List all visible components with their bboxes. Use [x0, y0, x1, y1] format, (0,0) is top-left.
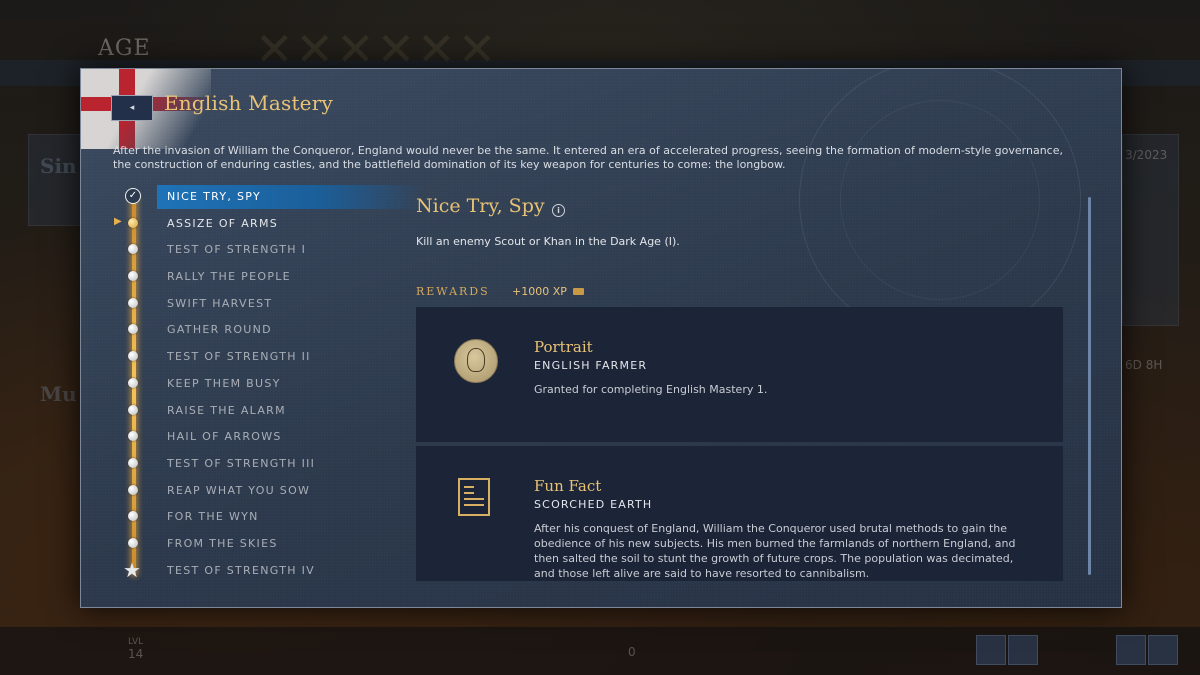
- milestone-description: Kill an enemy Scout or Khan in the Dark …: [416, 235, 680, 248]
- reward-title: Portrait: [534, 338, 593, 356]
- milestone-node-icon: [128, 431, 138, 442]
- reward-subtitle: ENGLISH FARMER: [534, 359, 648, 372]
- reward-subtitle: SCORCHED EARTH: [534, 498, 653, 511]
- milestone-node-icon: [128, 271, 138, 282]
- milestone-label: ASSIZE OF ARMS: [167, 216, 279, 230]
- xp-reward: +1000 XP: [512, 285, 567, 298]
- milestone-item-hail-of-arrows[interactable]: HAIL OF ARROWS: [111, 425, 401, 452]
- milestone-item-keep-them-busy[interactable]: KEEP THEM BUSY: [111, 372, 401, 399]
- milestone-label: SWIFT HARVEST: [167, 296, 273, 310]
- reward-card-fun-fact: Fun Fact SCORCHED EARTH After his conque…: [416, 446, 1063, 581]
- milestone-node-icon: [128, 297, 138, 308]
- portrait-icon: [454, 339, 498, 383]
- milestone-label: TEST OF STRENGTH III: [167, 456, 316, 470]
- milestone-item-test-of-strength-1[interactable]: TEST OF STRENGTH I: [111, 238, 401, 265]
- background-timer: 6D 8H: [1125, 358, 1163, 372]
- milestone-node-icon: [128, 404, 138, 415]
- milestone-node-icon: [128, 484, 138, 495]
- milestone-label: TEST OF STRENGTH I: [167, 243, 307, 257]
- document-icon: [458, 478, 490, 516]
- milestone-label: FOR THE WYN: [167, 510, 259, 524]
- milestone-label: RAISE THE ALARM: [167, 403, 286, 417]
- background-level-label: LVL: [128, 637, 144, 647]
- back-arrow-icon: ◂: [129, 103, 135, 113]
- milestone-item-rally-the-people[interactable]: RALLY THE PEOPLE: [111, 265, 401, 292]
- info-icon[interactable]: i: [552, 204, 565, 217]
- compass-decoration: [799, 69, 1081, 341]
- reward-body: After his conquest of England, William t…: [534, 522, 1016, 580]
- background-counter: 0: [628, 645, 636, 659]
- milestone-node-icon: [128, 457, 138, 468]
- milestone-title: Nice Try, Spy: [416, 195, 545, 217]
- background-tile: [1122, 134, 1179, 326]
- milestone-item-test-of-strength-2[interactable]: TEST OF STRENGTH II: [111, 345, 401, 372]
- milestone-label: GATHER ROUND: [167, 323, 272, 337]
- milestone-node-icon: [128, 511, 138, 522]
- milestone-label: NICE TRY, SPY: [167, 190, 261, 203]
- background-tile: [28, 134, 82, 226]
- check-icon: ✓: [125, 188, 141, 204]
- reward-title: Fun Fact: [534, 477, 602, 495]
- background-button: [976, 635, 1006, 665]
- milestone-label: TEST OF STRENGTH II: [167, 350, 311, 364]
- current-arrow-icon: ▶: [114, 215, 122, 227]
- milestone-item-for-the-wyn[interactable]: FOR THE WYN: [111, 505, 401, 532]
- modal-title: English Mastery: [164, 91, 333, 115]
- milestone-list: ✓ NICE TRY, SPY ▶ ASSIZE OF ARMS TEST OF…: [111, 185, 423, 586]
- milestone-item-swift-harvest[interactable]: SWIFT HARVEST: [111, 292, 401, 319]
- background-text-1: Sin: [40, 154, 77, 178]
- milestone-node-icon: [128, 537, 138, 548]
- milestone-item-reap-what-you-sow[interactable]: REAP WHAT YOU SOW: [111, 479, 401, 506]
- star-laurel-icon: ★: [123, 557, 141, 582]
- milestone-label: REAP WHAT YOU SOW: [167, 483, 311, 497]
- reward-card-portrait: Portrait ENGLISH FARMER Granted for comp…: [416, 307, 1063, 442]
- milestone-label: HAIL OF ARROWS: [167, 430, 282, 444]
- milestone-label: KEEP THEM BUSY: [167, 376, 281, 390]
- milestone-item-assize-of-arms[interactable]: ▶ ASSIZE OF ARMS: [111, 212, 401, 239]
- scrollbar[interactable]: [1088, 197, 1091, 575]
- milestone-label: TEST OF STRENGTH IV: [167, 563, 315, 577]
- milestone-node-icon: [128, 244, 138, 255]
- xp-boost-icon: [573, 288, 584, 295]
- milestone-item-test-of-strength-3[interactable]: TEST OF STRENGTH III: [111, 452, 401, 479]
- milestone-node-icon: [128, 217, 138, 228]
- milestone-item-gather-round[interactable]: GATHER ROUND: [111, 318, 401, 345]
- civ-description: After the invasion of William the Conque…: [113, 144, 1063, 171]
- back-button[interactable]: ◂: [111, 95, 153, 121]
- milestone-label: RALLY THE PEOPLE: [167, 270, 291, 284]
- background-level: 14: [128, 647, 144, 661]
- background-button: [1008, 635, 1038, 665]
- reward-body: Granted for completing English Mastery 1…: [534, 383, 768, 396]
- milestone-node-icon: [128, 377, 138, 388]
- background-power-icon: [1148, 635, 1178, 665]
- background-settings-icon: [1116, 635, 1146, 665]
- background-date: 3/2023: [1125, 148, 1168, 162]
- milestone-item-from-the-skies[interactable]: FROM THE SKIES: [111, 532, 401, 559]
- milestone-node-icon: [128, 351, 138, 362]
- milestone-item-nice-try-spy[interactable]: ✓ NICE TRY, SPY: [111, 185, 423, 212]
- milestone-item-test-of-strength-4[interactable]: ★ TEST OF STRENGTH IV: [111, 559, 401, 586]
- mastery-modal: ◂ English Mastery After the invasion of …: [80, 68, 1122, 608]
- milestone-node-icon: [128, 324, 138, 335]
- background-text-2: Mu: [40, 382, 77, 406]
- rewards-label: REWARDS: [416, 285, 490, 298]
- milestone-item-raise-the-alarm[interactable]: RAISE THE ALARM: [111, 399, 401, 426]
- background-logo: AGE: [98, 36, 151, 61]
- milestone-label: FROM THE SKIES: [167, 536, 278, 550]
